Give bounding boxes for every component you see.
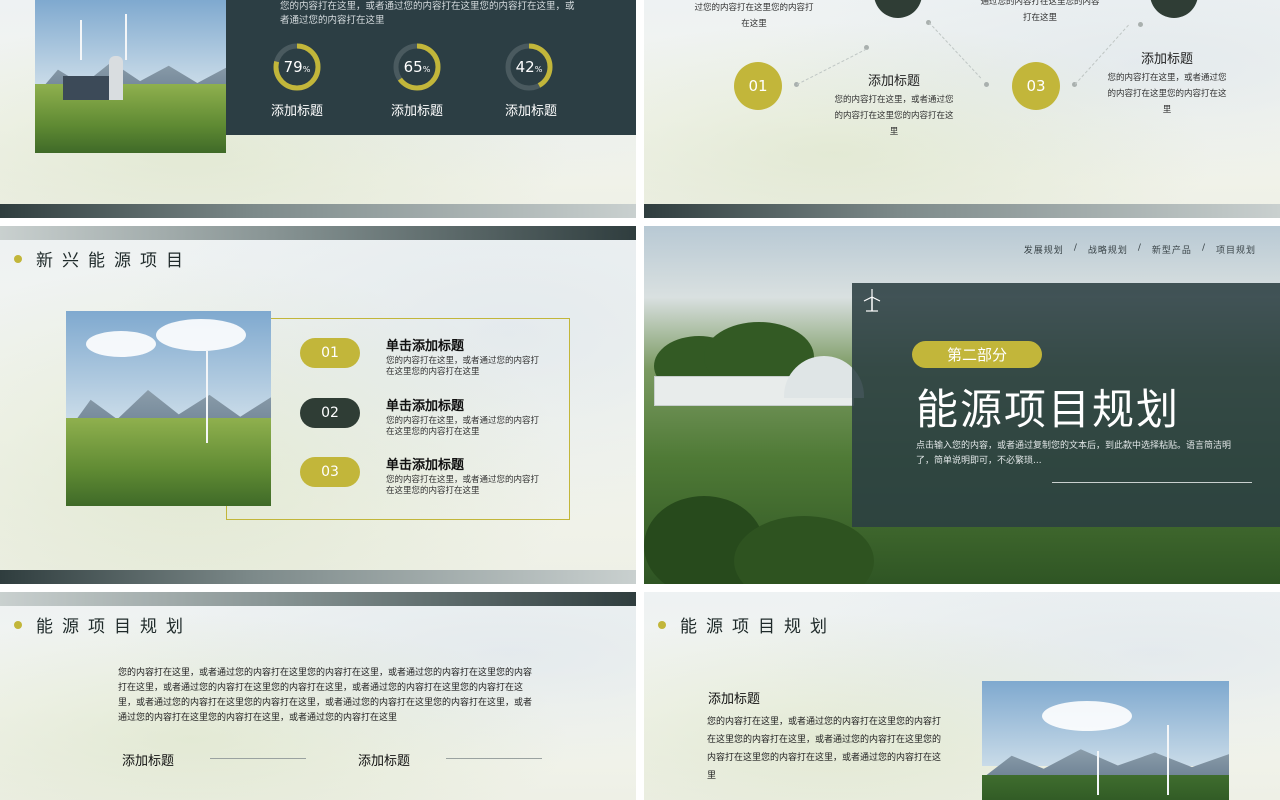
bullet-dot (658, 620, 666, 629)
step-title-01: 添加标题 (867, 74, 920, 89)
top-strip (0, 226, 636, 240)
slide-thumbnail-5[interactable]: 能源项目规划 您的内容打在这里，或者通过您的内容打在这里您的内容打在这里，或者通… (0, 592, 636, 800)
section-tag: 第二部分 (912, 341, 1042, 368)
gauge-label-1: 添加标题 (270, 104, 323, 119)
gauge-label-2: 添加标题 (390, 104, 443, 119)
slide-heading: 新兴能源项目 (14, 246, 192, 271)
gauge-value-1: 79% (283, 58, 311, 76)
gauge-value-3: 42% (515, 58, 543, 76)
step-title-04: 添加标题 (1140, 52, 1193, 67)
item-title-02[interactable]: 单击添加标题 (386, 395, 464, 414)
nav-separator: / (1201, 243, 1206, 253)
connector-dot (1138, 22, 1143, 27)
slide-thumbnail-2[interactable]: 过您的内容打在这里您的内容打在这里 通过您的内容打在这里您的内容打在这里 02 … (644, 0, 1280, 218)
content-title: 添加标题 (708, 692, 761, 707)
nav-separator: / (1137, 243, 1142, 253)
divider-line (1052, 482, 1252, 483)
connector-dot (984, 82, 989, 87)
nav-item-strategy[interactable]: 战略规划 (1088, 243, 1128, 256)
wind-turbine-icon (125, 14, 127, 60)
item-title-03[interactable]: 单击添加标题 (386, 454, 464, 473)
subtitle-rule-1 (210, 758, 306, 759)
item-body-01: 您的内容打在这里，或者通过您的内容打在这里您的内容打在这里 (386, 356, 540, 377)
step-circle-01: 01 (734, 62, 782, 110)
bullet-dot (14, 620, 22, 629)
nav-separator: / (1073, 243, 1078, 253)
gauge-label-3: 添加标题 (504, 104, 557, 119)
item-title-01[interactable]: 单击添加标题 (386, 335, 464, 354)
subtitle-1: 添加标题 (122, 754, 175, 769)
slide-thumbnail-6[interactable]: 能源项目规划 添加标题 您的内容打在这里，或者通过您的内容打在这里您的内容打在这… (644, 592, 1280, 800)
item-body-02: 您的内容打在这里，或者通过您的内容打在这里您的内容打在这里 (386, 416, 540, 437)
subtitle-rule-2 (446, 758, 542, 759)
top-left-text: 过您的内容打在这里您的内容打在这里 (694, 3, 814, 29)
item-number-01: 01 (300, 338, 360, 368)
wind-turbine-icon (206, 351, 208, 443)
bottom-strip (644, 204, 1280, 218)
body-paragraph: 您的内容打在这里，或者通过您的内容打在这里您的内容打在这里，或者通过您的内容打在… (118, 668, 533, 723)
wind-turbine-icon (80, 20, 82, 60)
slide-heading: 能源项目规划 (14, 612, 192, 637)
nav-item-products[interactable]: 新型产品 (1152, 243, 1192, 256)
nav-item-development[interactable]: 发展规划 (1024, 243, 1064, 256)
wind-turbine-icon (1167, 725, 1169, 795)
top-nav: 发展规划 / 战略规划 / 新型产品 / 项目规划 (1024, 243, 1256, 256)
bottom-strip (0, 204, 636, 218)
step-circle-02: 02 (874, 0, 922, 18)
subtitle-2: 添加标题 (358, 754, 411, 769)
mountain-turbine-photo (982, 681, 1229, 800)
slide-thumbnail-4[interactable]: 发展规划 / 战略规划 / 新型产品 / 项目规划 第二部分 能源项目规划 点击… (644, 226, 1280, 584)
farmhouse-photo (35, 0, 226, 153)
step-circle-04: 04 (1150, 0, 1198, 18)
slide-thumbnail-3[interactable]: 新兴能源项目 01 单击添加标题 您的内容打在这里，或者通过您的内容打在这里您的… (0, 226, 636, 584)
item-number-03: 03 (300, 457, 360, 487)
nav-item-projects[interactable]: 项目规划 (1216, 243, 1256, 256)
silo-icon (109, 56, 123, 100)
wind-turbine-icon (1097, 751, 1099, 795)
gauge-value-2: 65% (403, 58, 431, 76)
slide-thumbnail-1[interactable]: 您的内容打在这里，或者通过您的内容打在这里您的内容打在这里，或者通过您的内容打在… (0, 0, 636, 218)
step-body-04: 您的内容打在这里，或者通过您的内容打在这里您的内容打在这里 (1107, 73, 1227, 115)
wind-farm-photo (66, 311, 271, 506)
bottom-strip (0, 570, 636, 584)
body-text: 您的内容打在这里，或者通过您的内容打在这里您的内容打在这里，或者通过您的内容打在… (280, 1, 575, 26)
section-title: 能源项目规划 (916, 385, 1181, 434)
section-description: 点击输入您的内容，或者通过复制您的文本后，到此款中选择粘贴。语言简洁明了，简单说… (916, 441, 1232, 466)
heading-text: 能源项目规划 (36, 617, 192, 637)
top-strip (0, 592, 636, 606)
top-right-text: 通过您的内容打在这里您的内容打在这里 (980, 0, 1100, 23)
item-number-02: 02 (300, 398, 360, 428)
item-body-03: 您的内容打在这里，或者通过您的内容打在这里您的内容打在这里 (386, 475, 540, 496)
heading-text: 新兴能源项目 (36, 251, 192, 271)
heading-text: 能源项目规划 (680, 617, 836, 637)
slide-heading: 能源项目规划 (658, 612, 836, 637)
wind-turbine-icon (863, 289, 881, 312)
step-body-01: 您的内容打在这里，或者通过您的内容打在这里您的内容打在这里 (834, 95, 954, 137)
content-body: 您的内容打在这里，或者通过您的内容打在这里您的内容打在这里您的内容打在这里，或者… (707, 717, 942, 781)
bullet-dot (14, 254, 22, 263)
step-circle-03: 03 (1012, 62, 1060, 110)
